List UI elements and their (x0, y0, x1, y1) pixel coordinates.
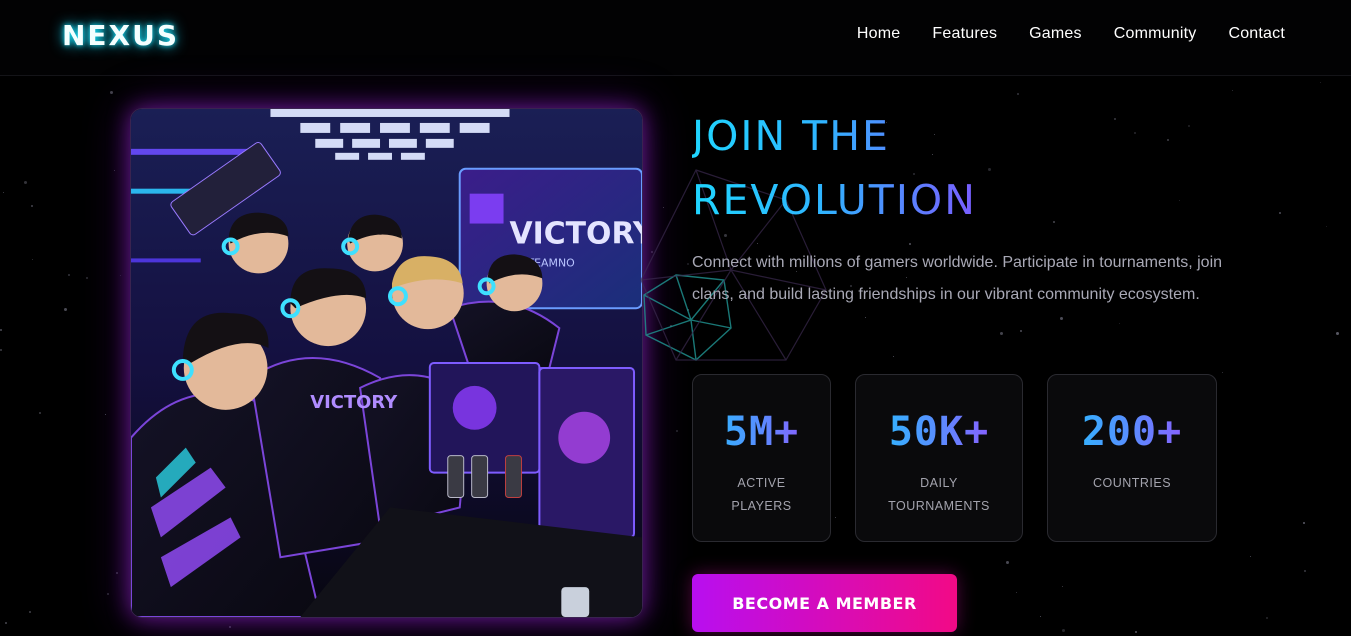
star-dot (1053, 221, 1055, 223)
star-dot (29, 611, 31, 613)
star-dot (120, 275, 121, 276)
star-dot (24, 181, 27, 184)
nav-contact-link[interactable]: Contact (1228, 25, 1285, 43)
star-dot (0, 329, 2, 331)
star-dot (1060, 317, 1063, 320)
star-dot (105, 414, 106, 415)
star-dot (1326, 226, 1327, 227)
headline-line-2: REVOLUTION (692, 176, 977, 224)
star-dot (1006, 561, 1009, 564)
stat-label: ACTIVE PLAYERS (703, 472, 820, 518)
become-member-button[interactable]: BECOME A MEMBER (692, 574, 957, 632)
stat-label: DAILY TOURNAMENTS (866, 472, 1012, 518)
star-dot (835, 517, 836, 518)
star-dot (1336, 332, 1339, 335)
star-dot (1062, 586, 1063, 587)
star-dot (64, 308, 67, 311)
stat-label-line: PLAYERS (731, 499, 792, 513)
star-dot (107, 593, 109, 595)
nav-community-link[interactable]: Community (1114, 25, 1197, 43)
stat-card-daily-tournaments: 50K+ DAILY TOURNAMENTS (855, 374, 1023, 542)
stat-label: COUNTRIES (1058, 472, 1206, 495)
nav-features-link[interactable]: Features (932, 25, 997, 43)
main-nav: Home Features Games Community Contact (857, 25, 1285, 43)
star-dot (32, 259, 33, 260)
hero-headline: JOIN THE REVOLUTION (692, 104, 977, 232)
site-header: NEXUS Home Features Games Community Cont… (0, 0, 1351, 76)
star-dot (68, 274, 70, 276)
star-dot (1000, 332, 1003, 335)
star-dot (1016, 592, 1017, 593)
screen-victory-text: VICTORY (510, 216, 642, 251)
star-dot (1279, 212, 1281, 214)
star-dot (3, 192, 4, 193)
star-dot (110, 91, 113, 94)
stat-label-line: COUNTRIES (1092, 476, 1172, 490)
stat-value: 5M+ (693, 409, 830, 455)
star-dot (1232, 90, 1233, 91)
star-dot (1179, 200, 1180, 201)
star-dot (86, 277, 88, 279)
stat-label-line: ACTIVE (737, 476, 786, 490)
star-dot (1250, 556, 1251, 557)
star-dot (1114, 118, 1116, 120)
star-dot (0, 349, 2, 351)
star-dot (1135, 631, 1137, 633)
star-dot (1119, 323, 1120, 324)
stat-value: 50K+ (856, 409, 1022, 455)
star-dot (31, 205, 33, 207)
stat-card-active-players: 5M+ ACTIVE PLAYERS (692, 374, 831, 542)
star-dot (1303, 522, 1305, 524)
star-dot (1020, 330, 1022, 332)
star-dot (1304, 570, 1306, 572)
stat-label-line: DAILY (920, 476, 958, 490)
star-dot (116, 572, 118, 574)
star-dot (865, 317, 866, 318)
stat-card-countries: 200+ COUNTRIES (1047, 374, 1217, 542)
star-dot (1167, 139, 1169, 141)
star-dot (1320, 82, 1321, 83)
star-dot (893, 356, 894, 357)
hero-description: Connect with millions of gamers worldwid… (692, 254, 1223, 303)
star-dot (1266, 617, 1268, 619)
headline-line-1: JOIN THE (692, 112, 890, 160)
nav-home-link[interactable]: Home (857, 25, 900, 43)
site-logo[interactable]: NEXUS (62, 19, 179, 52)
star-dot (676, 430, 678, 432)
star-dot (1040, 616, 1041, 617)
nav-games-link[interactable]: Games (1029, 25, 1082, 43)
hero-image-esports-team: VICTORY TEAMNO VICTORY (130, 108, 643, 618)
stat-value: 200+ (1048, 409, 1216, 455)
star-dot (988, 168, 991, 171)
star-dot (114, 170, 115, 171)
stat-label-line: TOURNAMENTS (888, 499, 990, 513)
star-dot (1062, 629, 1065, 632)
star-dot (1134, 132, 1136, 134)
star-dot (229, 626, 231, 628)
star-dot (39, 412, 41, 414)
star-dot (1188, 125, 1190, 127)
star-dot (5, 622, 7, 624)
jersey-text: VICTORY (310, 392, 398, 413)
star-dot (909, 243, 911, 245)
star-dot (1222, 372, 1223, 373)
star-dot (1017, 93, 1019, 95)
